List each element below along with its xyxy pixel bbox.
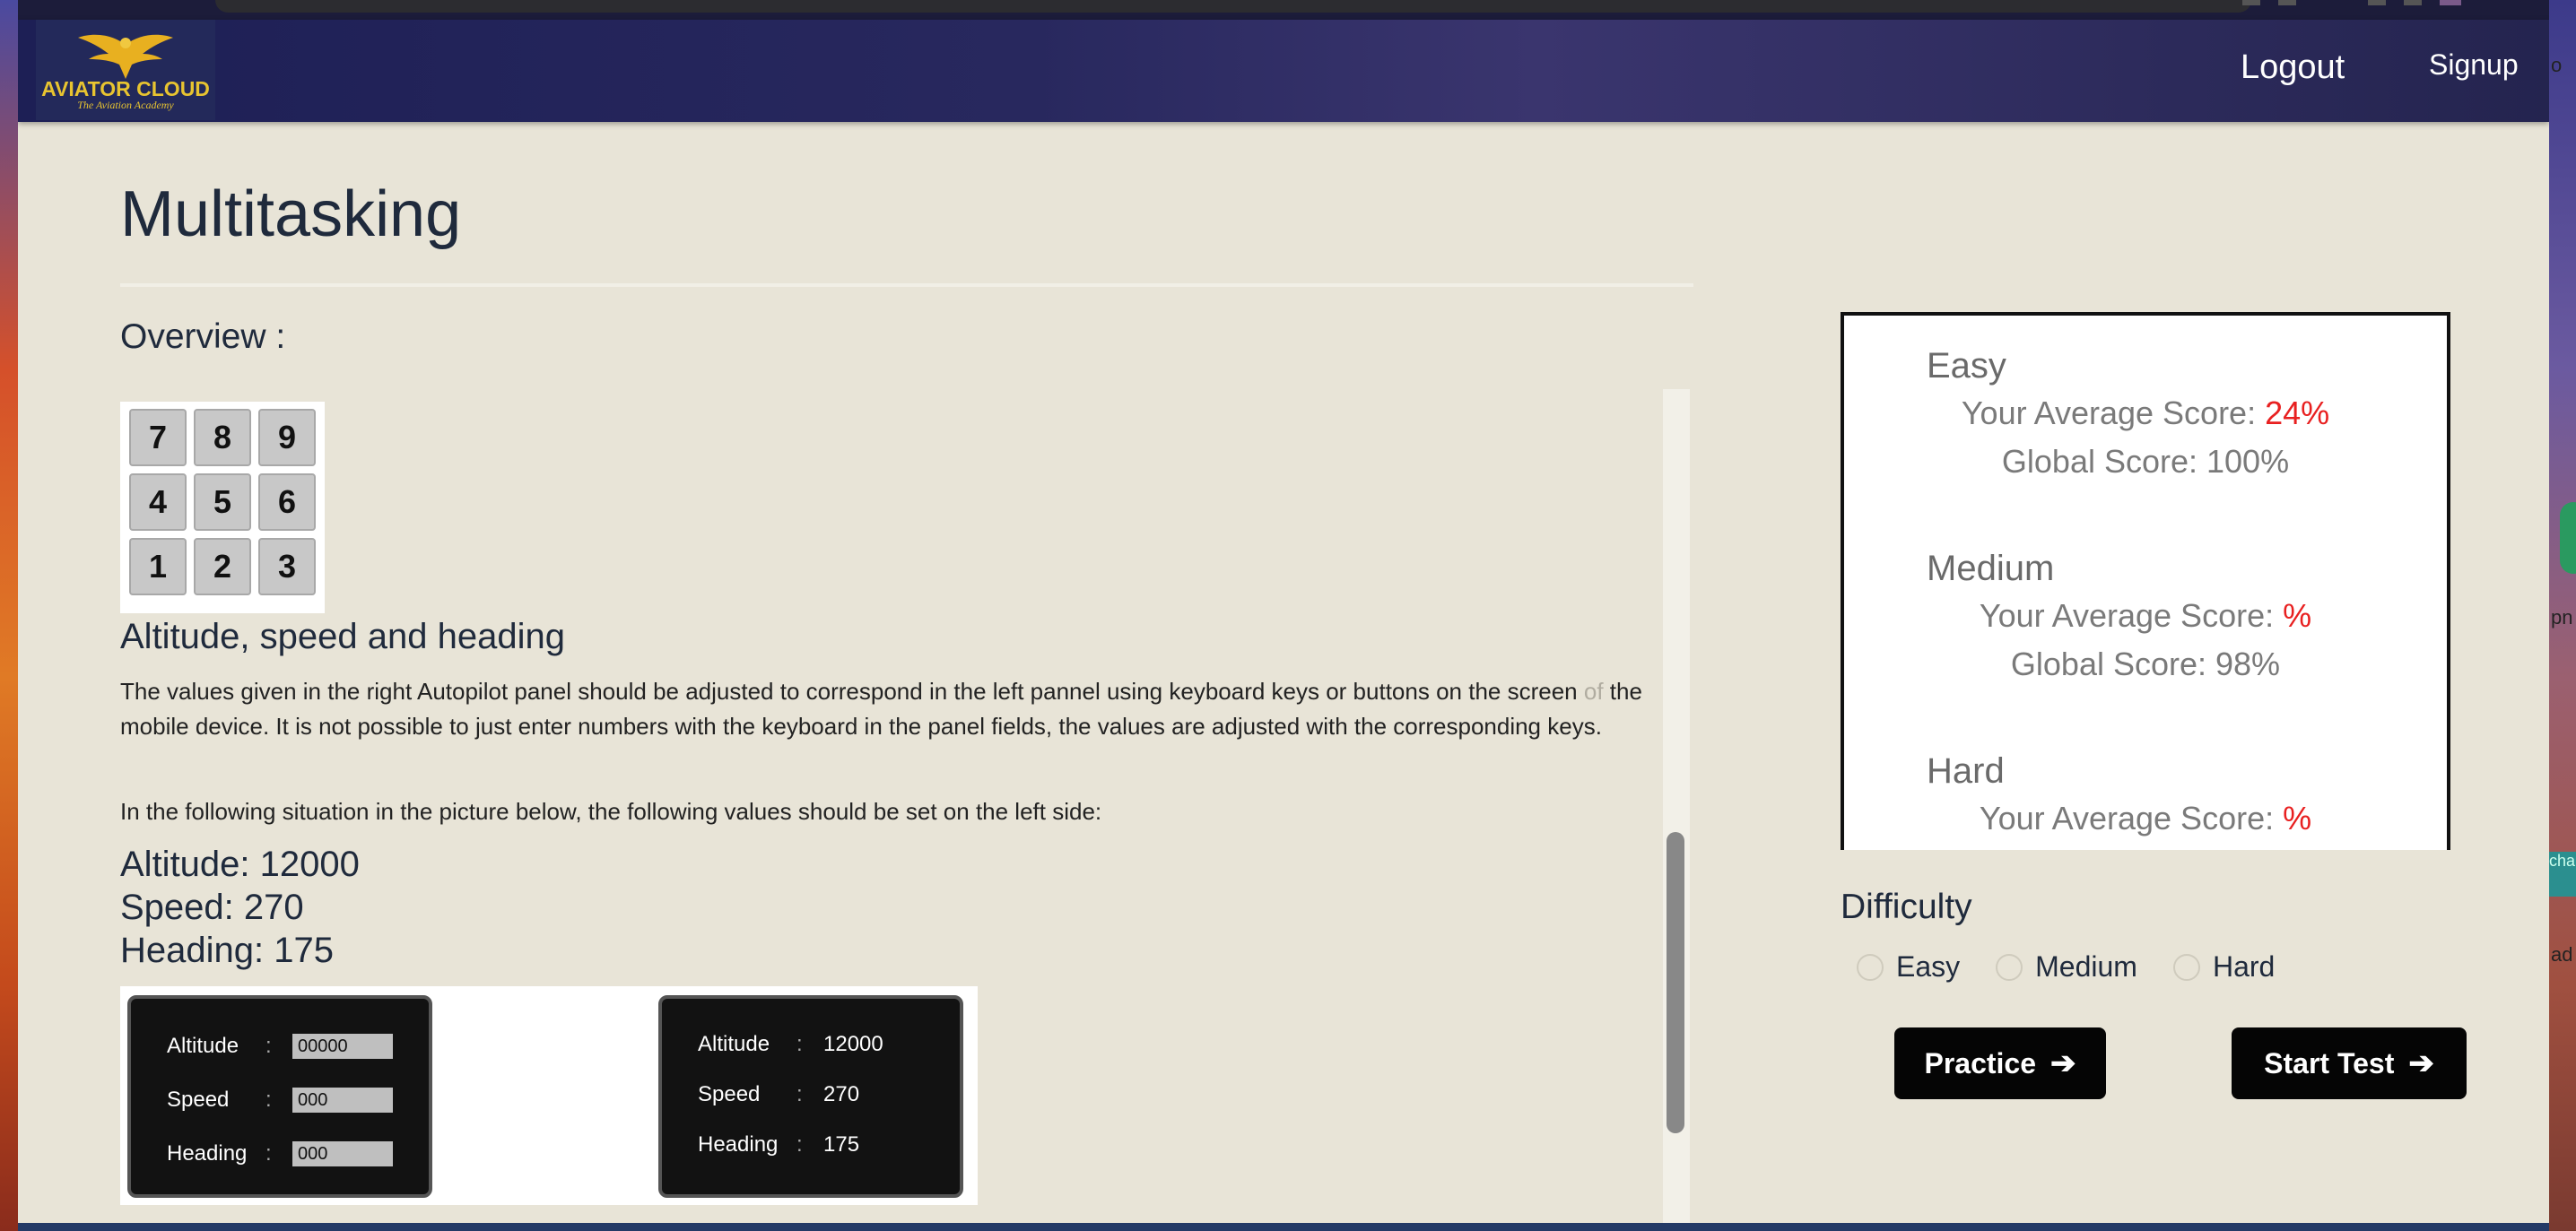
global-score: Global Score: 100%: [2001, 443, 2290, 480]
desktop-bottom-edge: [18, 1223, 2549, 1231]
title-divider: [120, 283, 1693, 287]
right-panel: Altitude : 12000 Speed : 270 Heading : 1…: [658, 995, 963, 1198]
desktop-fragment-text: ad: [2551, 943, 2573, 966]
arrow-right-icon: ➔: [2408, 1046, 2434, 1080]
practice-button[interactable]: Practice ➔: [1894, 1027, 2106, 1099]
panel-colon: :: [796, 1132, 803, 1157]
panel-colon: :: [796, 1032, 803, 1056]
keypad-key: 2: [194, 538, 251, 595]
keypad-key: 4: [129, 473, 187, 531]
section-heading: Altitude, speed and heading: [120, 617, 565, 656]
average-score-label: Your Average Score:: [1979, 800, 2284, 837]
difficulty-radio-hard[interactable]: [2172, 953, 2200, 981]
heading-value: Heading: 175: [120, 931, 334, 970]
instructions-paragraph: The values given in the right Autopilot …: [120, 674, 1681, 744]
start-test-button[interactable]: Start Test ➔: [2232, 1027, 2467, 1099]
eagle-logo-icon: [78, 34, 173, 79]
desktop-app-icon[interactable]: [2560, 502, 2576, 574]
desktop-fragment-text: pn: [2551, 606, 2573, 629]
overview-label: Overview :: [120, 317, 286, 356]
overview-content[interactable]: 7 8 9 4 5 6 1 2 3 Altitude, speed and he…: [120, 389, 1683, 1223]
difficulty-radio-medium[interactable]: [1996, 953, 2023, 981]
average-score-label: Your Average Score:: [1961, 394, 2266, 431]
arrow-right-icon: ➔: [2050, 1046, 2076, 1080]
target-values: Altitude: 12000 Speed: 270 Heading: 175: [120, 843, 360, 972]
average-score: Your Average Score: %: [1844, 597, 2447, 635]
autopilot-figure: Altitude : 00000 Speed : 000 Heading : 0…: [120, 986, 978, 1205]
panel-input-box: 00000: [292, 1034, 393, 1059]
panel-value: 175: [823, 1132, 860, 1157]
difficulty-title: Difficulty: [1841, 888, 1972, 926]
altitude-value: Altitude: 12000: [120, 845, 360, 884]
score-level: Easy: [1927, 346, 2006, 386]
start-test-button-label: Start Test: [2264, 1046, 2395, 1079]
keypad-key: 1: [129, 538, 187, 595]
keypad-key: 9: [258, 409, 316, 466]
signup-link[interactable]: Signup: [2429, 48, 2519, 82]
panel-label: Heading: [698, 1132, 779, 1157]
speed-value: Speed: 270: [120, 888, 304, 927]
panel-colon: :: [265, 1141, 272, 1166]
logo-subtitle: The Aviation Academy: [77, 99, 174, 111]
panel-label: Altitude: [167, 1034, 239, 1058]
panel-input-box: 000: [292, 1141, 393, 1166]
logo-title: AVIATOR CLOUD: [41, 77, 210, 100]
keypad-key: 8: [194, 409, 251, 466]
panel-colon: :: [796, 1082, 803, 1106]
top-navbar: AVIATOR CLOUD The Aviation Academy Logou…: [18, 20, 2549, 122]
site-logo[interactable]: AVIATOR CLOUD The Aviation Academy: [36, 20, 215, 120]
score-panel[interactable]: Easy Your Average Score: 24% Global Scor…: [1841, 312, 2450, 850]
practice-button-label: Practice: [1924, 1046, 2037, 1079]
panel-label: Speed: [167, 1088, 230, 1112]
page-title: Multitasking: [120, 178, 462, 250]
desktop-wallpaper-right: o pn cha ad: [2549, 0, 2576, 1231]
score-card-hard: Hard Your Average Score: %: [1844, 721, 2447, 850]
desktop-fragment-text: o: [2551, 54, 2563, 76]
panel-label: Heading: [167, 1141, 248, 1166]
score-level: Hard: [1927, 751, 2005, 791]
address-bar[interactable]: [215, 0, 2251, 13]
average-score: Your Average Score: 24%: [1844, 394, 2447, 432]
difficulty-label-easy[interactable]: Easy: [1896, 950, 1960, 984]
panel-value: 270: [823, 1082, 860, 1106]
average-score-label: Your Average Score:: [1979, 597, 2284, 634]
left-panel: Altitude : 00000 Speed : 000 Heading : 0…: [127, 995, 432, 1198]
panel-colon: :: [265, 1034, 272, 1058]
browser-chrome: [18, 0, 2549, 20]
scrollbar-thumb[interactable]: [1667, 832, 1684, 1133]
score-level: Medium: [1927, 549, 2055, 588]
panel-label: Speed: [698, 1082, 761, 1106]
average-score-value: %: [2283, 800, 2312, 837]
logout-link[interactable]: Logout: [2241, 48, 2345, 87]
browser-viewport: AVIATOR CLOUD The Aviation Academy Logou…: [18, 0, 2549, 1223]
average-score-value: %: [2283, 597, 2312, 634]
panel-value: 12000: [823, 1032, 883, 1056]
instructions-text: The values given in the right Autopilot …: [120, 678, 1578, 705]
desktop-app-tile[interactable]: cha: [2549, 852, 2576, 897]
situation-paragraph: In the following situation in the pictur…: [120, 798, 1102, 825]
average-score-value: 24%: [2265, 394, 2330, 431]
panel-input-box: 000: [292, 1088, 393, 1113]
keypad-key: 7: [129, 409, 187, 466]
keypad-key: 5: [194, 473, 251, 531]
difficulty-radio-easy[interactable]: [1857, 953, 1884, 981]
average-score: Your Average Score: %: [1844, 800, 2447, 837]
panel-label: Altitude: [698, 1032, 770, 1056]
panel-colon: :: [265, 1088, 272, 1112]
keypad-key: 6: [258, 473, 316, 531]
difficulty-label-medium[interactable]: Medium: [2035, 950, 2137, 984]
score-card-medium: Medium Your Average Score: % Global Scor…: [1844, 518, 2447, 724]
keypad-key: 3: [258, 538, 316, 595]
desktop-wallpaper-left: [0, 0, 18, 1231]
score-card-easy: Easy Your Average Score: 24% Global Scor…: [1844, 316, 2447, 522]
difficulty-label-hard[interactable]: Hard: [2213, 950, 2275, 984]
instructions-text-faded: of: [1583, 678, 1604, 705]
difficulty-options: Easy Medium Hard: [1857, 950, 2311, 984]
keypad-image: 7 8 9 4 5 6 1 2 3: [120, 402, 325, 613]
toolbar-icons[interactable]: [2242, 0, 2476, 7]
global-score: Global Score: 98%: [2010, 646, 2281, 682]
desktop-fragment-text: cha: [2549, 852, 2576, 870]
